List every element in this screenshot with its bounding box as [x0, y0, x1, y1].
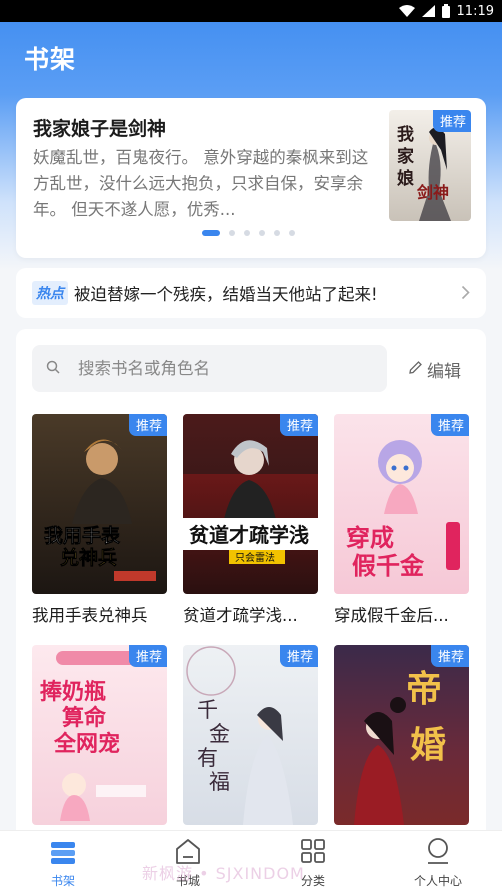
book-item[interactable]: 贫道才疏学浅 只会雷法 推荐 贫道才疏学浅...	[183, 414, 318, 626]
recommend-title: 我家娘子是剑神	[33, 118, 167, 140]
svg-text:千: 千	[197, 698, 218, 722]
hot-text: 被迫替嫁一个残疾，结婚当天他站了起来!	[74, 285, 378, 304]
pencil-icon	[408, 360, 423, 380]
book-cover[interactable]: 我用手表 兑神兵 推荐	[32, 414, 167, 594]
recommend-badge: 推荐	[432, 110, 471, 132]
svg-text:福: 福	[209, 770, 230, 794]
book-badge: 推荐	[430, 414, 469, 436]
svg-text:金: 金	[209, 722, 230, 746]
book-cover-art: 捧奶瓶 算命 全网宠	[32, 645, 167, 825]
carousel-dot[interactable]	[289, 230, 295, 236]
book-title: 贫道才疏学浅...	[183, 606, 298, 625]
book-badge: 推荐	[128, 414, 167, 436]
svg-text:家: 家	[397, 146, 414, 167]
nav-item-profile[interactable]: 个人中心	[398, 837, 478, 889]
chevron-right-icon	[461, 285, 470, 304]
svg-text:捧奶瓶: 捧奶瓶	[40, 679, 106, 705]
watermark: 新枫游 • SJXINDOM	[142, 864, 305, 883]
book-cover[interactable]: 捧奶瓶 算命 全网宠 推荐	[32, 645, 167, 825]
recommend-card[interactable]: 我家娘子是剑神 妖魔乱世，百鬼夜行。 意外穿越的秦枫来到这方乱世，没什么远大抱负…	[16, 98, 486, 258]
book-cover[interactable]: 穿成 假千金 推荐	[334, 414, 469, 594]
status-bar: 11:19	[0, 0, 502, 22]
carousel-dot[interactable]	[274, 230, 280, 236]
carousel-indicator	[202, 230, 295, 236]
recommend-cover[interactable]: 我 家 娘 剑神 推荐	[389, 110, 471, 221]
edit-label: 编辑	[427, 362, 461, 382]
search-icon	[46, 359, 60, 378]
bookshelf-icon	[49, 837, 77, 869]
book-title: 我用手表兑神兵	[32, 606, 148, 625]
signal-icon	[421, 5, 435, 17]
book-cover[interactable]: 千 金 有 福 推荐	[183, 645, 318, 825]
search-box[interactable]	[32, 345, 387, 392]
battery-icon	[441, 4, 450, 18]
svg-text:贫道才疏学浅: 贫道才疏学浅	[189, 523, 309, 547]
nav-label: 个人中心	[413, 874, 462, 888]
status-time: 11:19	[456, 3, 494, 19]
page-title: 书架	[24, 45, 77, 74]
wifi-icon	[398, 5, 415, 17]
svg-text:兑神兵: 兑神兵	[60, 546, 117, 569]
book-cover-art: 穿成 假千金	[334, 414, 469, 594]
svg-text:有: 有	[197, 746, 218, 770]
book-item[interactable]: 我用手表 兑神兵 推荐 我用手表兑神兵	[32, 414, 167, 626]
svg-text:剑神: 剑神	[416, 183, 449, 202]
carousel-dot[interactable]	[259, 230, 265, 236]
svg-text:全网宠: 全网宠	[53, 731, 120, 757]
book-cover[interactable]: 贫道才疏学浅 只会雷法 推荐	[183, 414, 318, 594]
book-cover-art: 贫道才疏学浅 只会雷法	[183, 414, 318, 594]
book-item[interactable]: 穿成 假千金 推荐 穿成假千金后...	[334, 414, 469, 626]
svg-text:帝: 帝	[406, 668, 442, 710]
recommend-description: 妖魔乱世，百鬼夜行。 意外穿越的秦枫来到这方乱世，没什么远大抱负，只求自保，安享…	[33, 148, 369, 219]
book-item[interactable]: 捧奶瓶 算命 全网宠 推荐	[32, 645, 167, 825]
book-badge: 推荐	[279, 414, 318, 436]
svg-text:娘: 娘	[397, 168, 414, 189]
book-item[interactable]: 帝 婚 推荐	[334, 645, 469, 825]
book-cover-art: 千 金 有 福	[183, 645, 318, 825]
book-title: 穿成假千金后...	[334, 606, 449, 625]
svg-text:婚: 婚	[410, 724, 446, 766]
search-input[interactable]	[78, 359, 358, 378]
book-badge: 推荐	[128, 645, 167, 667]
book-cover-art: 帝 婚	[334, 645, 469, 825]
svg-text:穿成: 穿成	[346, 524, 394, 552]
svg-text:我用手表: 我用手表	[44, 524, 121, 547]
book-badge: 推荐	[430, 645, 469, 667]
carousel-dot[interactable]	[229, 230, 235, 236]
hot-tag: 热点	[32, 281, 68, 305]
book-cover[interactable]: 帝 婚 推荐	[334, 645, 469, 825]
carousel-dot[interactable]	[202, 230, 220, 236]
hot-news-bar[interactable]: 热点 被迫替嫁一个残疾，结婚当天他站了起来!	[16, 268, 486, 318]
svg-text:假千金: 假千金	[352, 552, 425, 580]
svg-text:我: 我	[397, 125, 414, 145]
bookshelf-panel: 编辑 我用手表 兑神兵 推荐 我用手表兑神兵	[16, 329, 486, 849]
book-item[interactable]: 千 金 有 福 推荐	[183, 645, 318, 825]
carousel-dot[interactable]	[244, 230, 250, 236]
nav-item-bookshelf[interactable]: 书架	[23, 837, 103, 889]
book-badge: 推荐	[279, 645, 318, 667]
svg-text:算命: 算命	[62, 705, 107, 731]
edit-button[interactable]: 编辑	[408, 357, 461, 382]
user-icon	[424, 837, 452, 869]
book-cover-art: 我用手表 兑神兵	[32, 414, 167, 594]
nav-label: 书架	[50, 874, 75, 888]
svg-text:只会雷法: 只会雷法	[235, 551, 275, 564]
